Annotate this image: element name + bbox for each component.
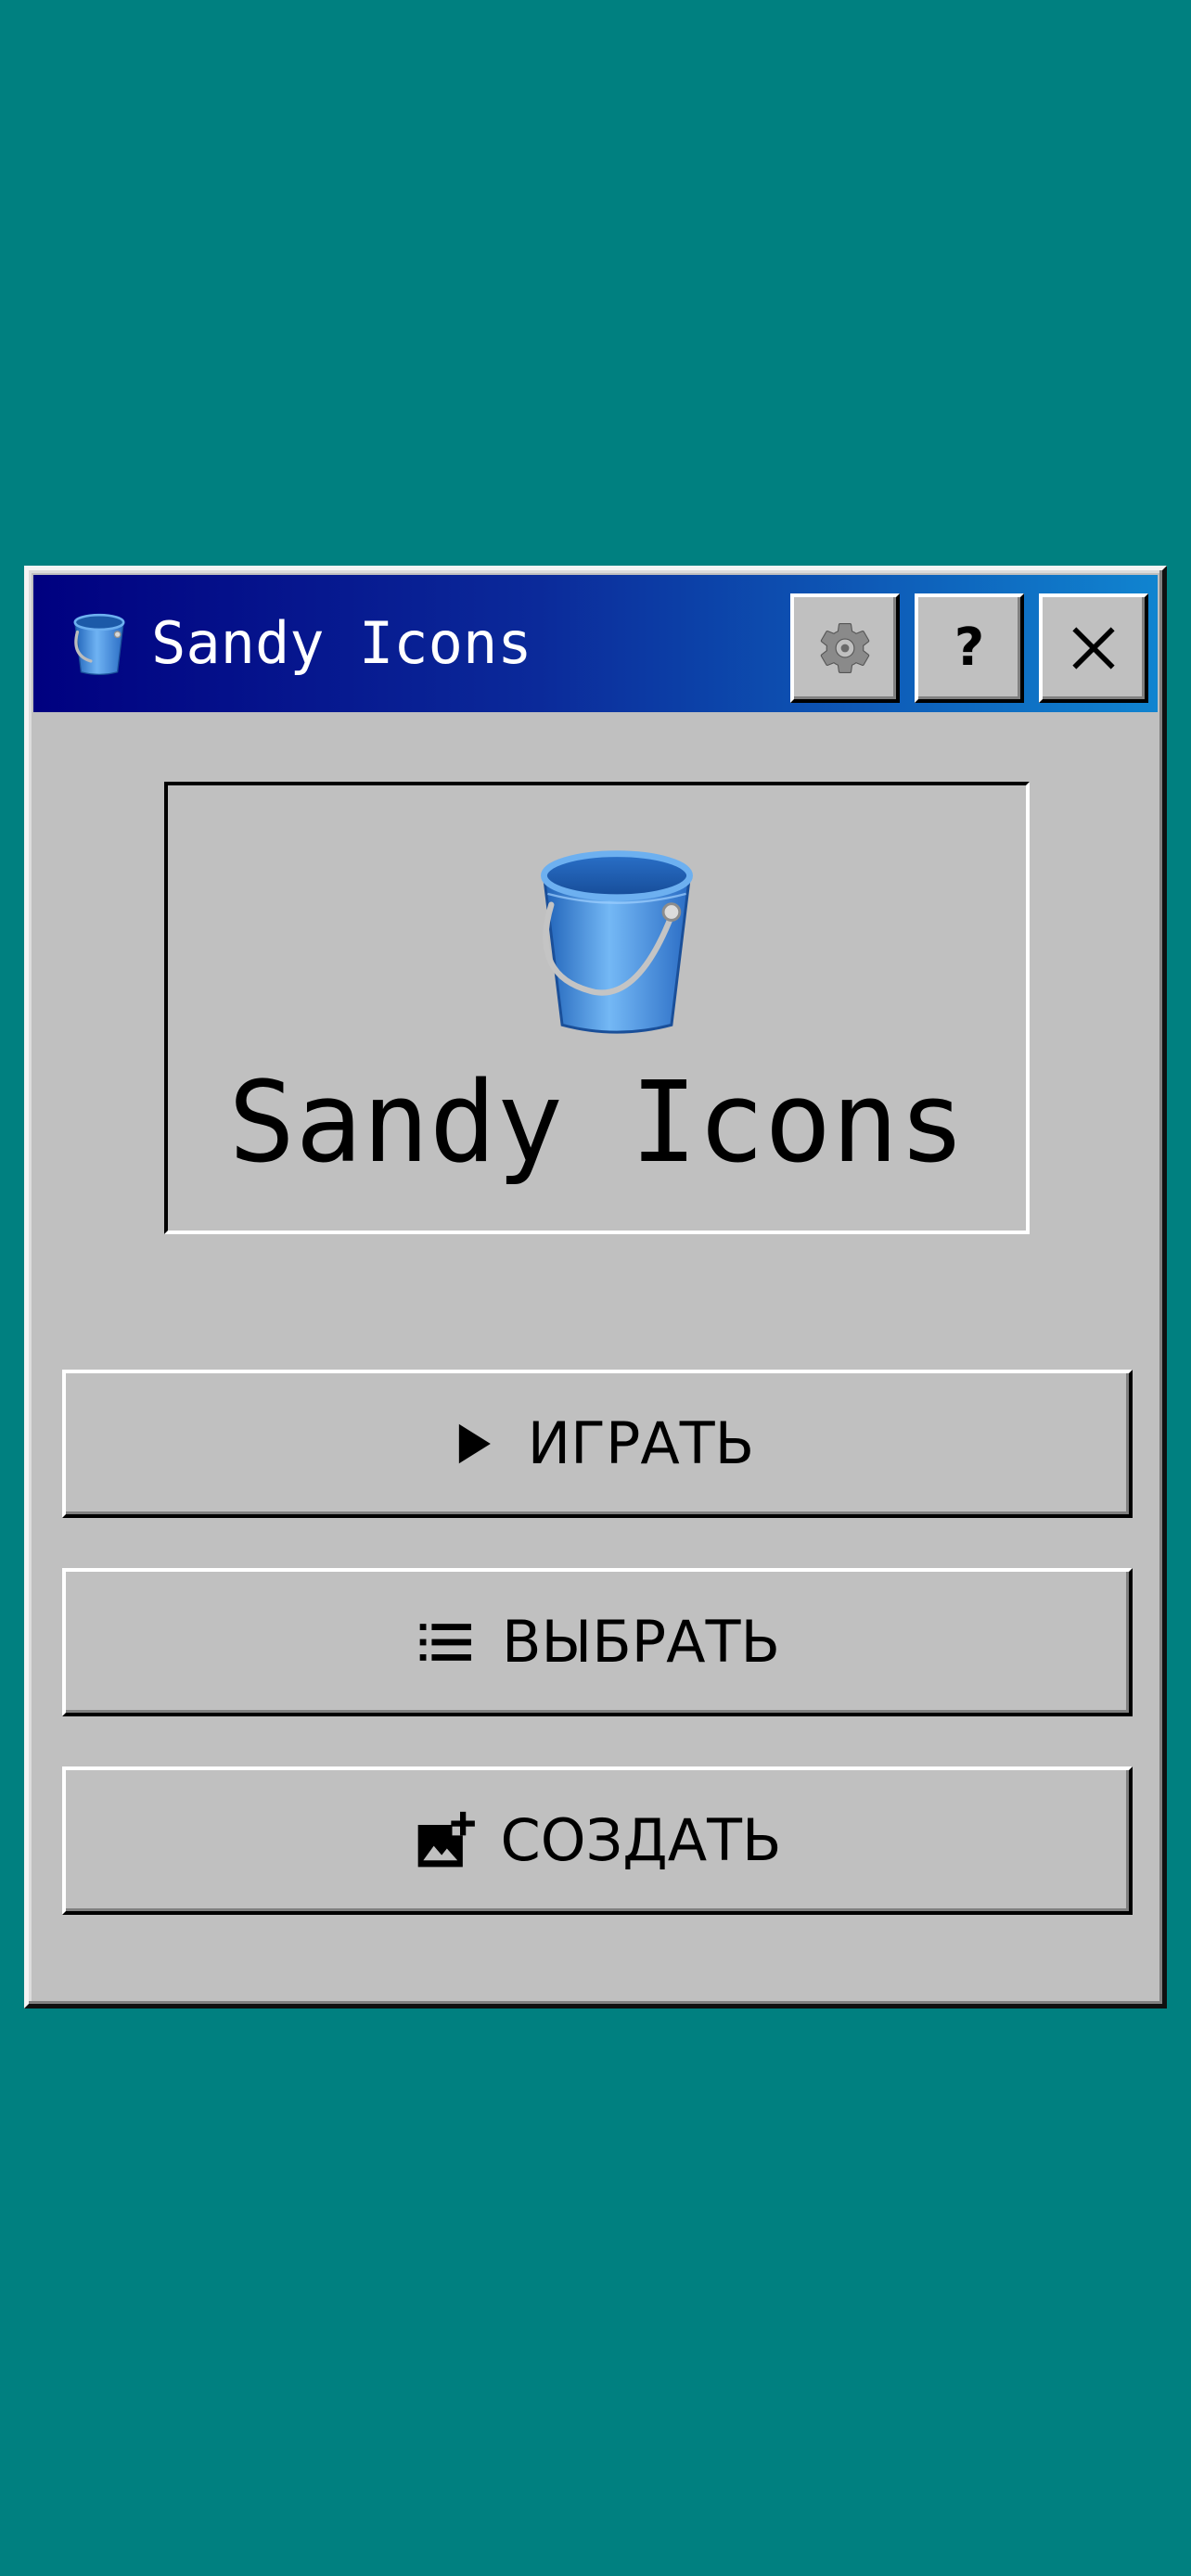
play-icon (458, 1423, 491, 1464)
bucket-icon (541, 850, 693, 1034)
app-window: Sandy Icons ? Sandy Icons ИГРАТЬ ВЫБРАТЬ… (24, 566, 1167, 2009)
play-button-label: ИГРАТЬ (527, 1409, 755, 1477)
settings-button[interactable] (790, 593, 900, 703)
help-label: ? (954, 618, 985, 678)
add-image-icon (418, 1811, 476, 1868)
logo-title: Sandy Icons (228, 1059, 966, 1188)
create-button[interactable]: СОЗДАТЬ (62, 1766, 1133, 1915)
help-button[interactable]: ? (915, 593, 1024, 703)
window-title: Sandy Icons (151, 609, 532, 677)
gear-icon (820, 623, 870, 673)
select-button[interactable]: ВЫБРАТЬ (62, 1568, 1133, 1716)
list-icon (419, 1624, 471, 1661)
title-bar[interactable]: Sandy Icons ? (33, 575, 1158, 712)
play-button[interactable]: ИГРАТЬ (62, 1370, 1133, 1518)
close-icon (1072, 627, 1115, 670)
bucket-icon (73, 613, 125, 676)
select-button-label: ВЫБРАТЬ (502, 1608, 780, 1676)
logo-panel: Sandy Icons (164, 782, 1030, 1234)
create-button-label: СОЗДАТЬ (500, 1806, 782, 1874)
close-button[interactable] (1039, 593, 1148, 703)
